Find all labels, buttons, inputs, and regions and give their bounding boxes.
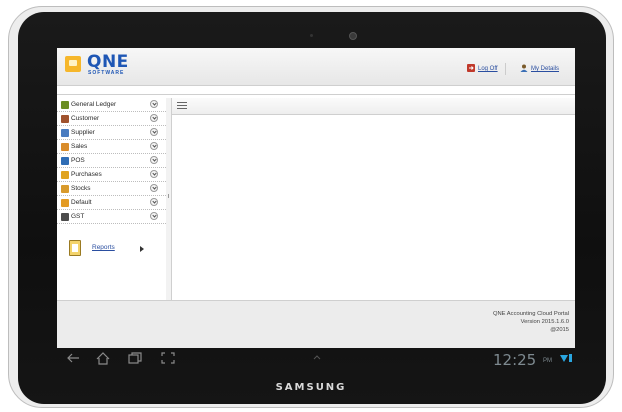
logoff-link[interactable]: Log Off xyxy=(478,66,498,72)
photo-frame: QNE SOFTWARE Log Off My Details General … xyxy=(0,0,622,412)
customer-icon xyxy=(61,115,69,123)
logo-text: QNE xyxy=(87,52,129,72)
sidebar-item-label: Purchases xyxy=(71,171,102,178)
sub-header-bar xyxy=(57,86,575,95)
sidebar-item-customer[interactable]: Customer xyxy=(57,112,166,126)
back-icon[interactable] xyxy=(65,351,81,365)
sidebar-item-gst[interactable]: GST xyxy=(57,210,166,224)
home-icon[interactable] xyxy=(95,351,111,365)
reports-link[interactable]: Reports xyxy=(69,240,159,264)
content-toolbar xyxy=(172,98,575,115)
logoff-icon[interactable] xyxy=(467,64,475,72)
sidebar-item-general-ledger[interactable]: General Ledger xyxy=(57,98,166,112)
android-nav-bar: 12:25 PM xyxy=(57,349,575,369)
sidebar-item-pos[interactable]: POS xyxy=(57,154,166,168)
sidebar-item-stocks[interactable]: Stocks xyxy=(57,182,166,196)
sidebar-item-sales[interactable]: Sales xyxy=(57,140,166,154)
sidebar-item-supplier[interactable]: Supplier xyxy=(57,126,166,140)
chevron-down-icon[interactable] xyxy=(150,128,158,136)
chevron-down-icon[interactable] xyxy=(150,156,158,164)
logo-subtext: SOFTWARE xyxy=(88,70,125,76)
clipboard-icon xyxy=(69,240,81,256)
chevron-down-icon[interactable] xyxy=(150,142,158,150)
sidebar-item-purchases[interactable]: Purchases xyxy=(57,168,166,182)
hamburger-menu-icon[interactable] xyxy=(177,102,187,110)
chevron-down-icon[interactable] xyxy=(150,100,158,108)
sidebar-item-label: Sales xyxy=(71,143,88,150)
device-brand: SAMSUNG xyxy=(275,382,347,393)
chevron-down-icon[interactable] xyxy=(150,198,158,206)
recent-apps-icon[interactable] xyxy=(127,351,143,365)
chevron-down-icon[interactable] xyxy=(150,114,158,122)
sidebar-item-label: Default xyxy=(71,199,92,206)
sidebar-item-default[interactable]: Default xyxy=(57,196,166,210)
chevron-down-icon[interactable] xyxy=(150,212,158,220)
qne-logo-icon xyxy=(65,56,81,72)
status-ampm: PM xyxy=(543,358,552,364)
sidebar-item-label: General Ledger xyxy=(71,101,117,108)
my-details-link[interactable]: My Details xyxy=(531,66,559,72)
status-clock: 12:25 xyxy=(493,351,537,369)
front-camera-icon xyxy=(349,32,357,40)
chevron-up-icon[interactable] xyxy=(309,351,325,365)
light-sensor xyxy=(310,34,313,37)
sidebar-item-label: Supplier xyxy=(71,129,95,136)
arrow-right-icon xyxy=(140,246,144,252)
footer-copyright: @2015 xyxy=(550,327,569,333)
screenshot-icon[interactable] xyxy=(160,351,176,365)
gst-icon xyxy=(61,213,69,221)
footer-portal-name: QNE Accounting Cloud Portal xyxy=(492,311,569,317)
app-screen: QNE SOFTWARE Log Off My Details General … xyxy=(57,48,575,348)
chevron-down-icon[interactable] xyxy=(150,184,158,192)
reports-label[interactable]: Reports xyxy=(92,244,115,251)
sidebar-item-label: Customer xyxy=(71,115,100,122)
sidebar-item-label: Stocks xyxy=(71,185,91,192)
supplier-icon xyxy=(61,129,69,137)
chevron-down-icon[interactable] xyxy=(150,170,158,178)
splitter-grip-icon xyxy=(168,194,169,198)
user-details-icon[interactable] xyxy=(520,64,528,72)
app-header: QNE SOFTWARE Log Off My Details xyxy=(57,48,575,86)
sales-icon xyxy=(61,143,69,151)
pos-icon xyxy=(61,157,69,165)
sidebar-item-label: GST xyxy=(71,213,85,220)
purchases-icon xyxy=(61,171,69,179)
app-footer: QNE Accounting Cloud Portal Version 2015… xyxy=(57,300,575,348)
header-divider xyxy=(505,63,506,75)
ledger-icon xyxy=(61,101,69,109)
battery-icon xyxy=(569,354,572,362)
wifi-icon xyxy=(560,355,568,362)
footer-version: Version 2015.1.6.0 xyxy=(520,319,569,325)
sidebar-item-label: POS xyxy=(71,157,85,164)
default-icon xyxy=(61,199,69,207)
stocks-icon xyxy=(61,185,69,193)
